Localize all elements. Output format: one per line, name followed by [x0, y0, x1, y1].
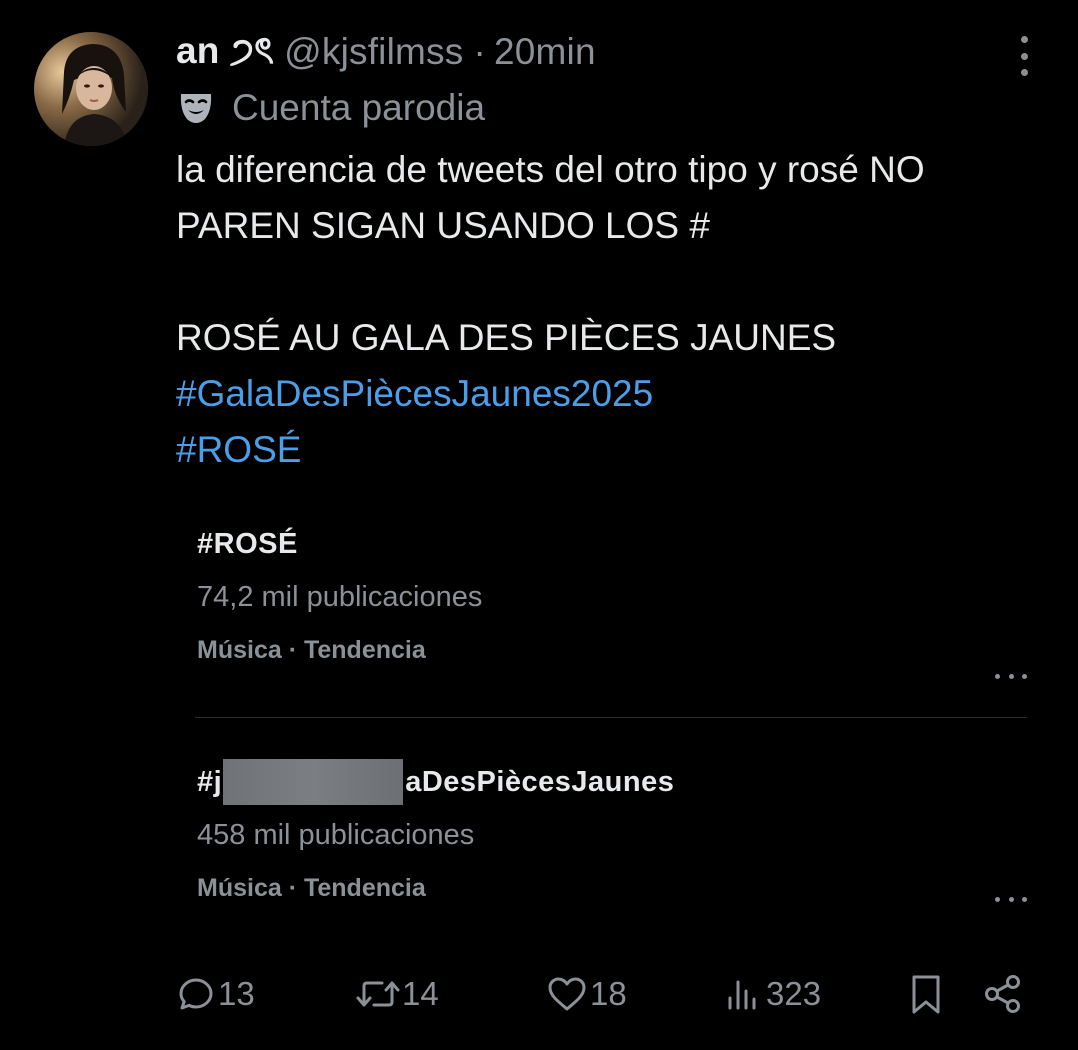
trend-more-icon: [995, 672, 1027, 680]
reply-button[interactable]: 13: [176, 966, 255, 1022]
trend-category: Música · Tendencia: [197, 636, 426, 664]
tweet-header: an ੭ৎ @kjsfilmss · 20min: [176, 28, 596, 76]
heart-icon: [548, 977, 586, 1011]
separator: ·: [473, 31, 486, 72]
trend-category: Música · Tendencia: [197, 874, 426, 902]
trend-title: #j aDesPiècesJaunes: [197, 759, 1027, 805]
redaction-block: [223, 759, 404, 805]
trend-divider: [195, 717, 1027, 718]
trend-item[interactable]: #j aDesPiècesJaunes 458 mil publicaciones…: [197, 759, 1027, 903]
views-chart-icon: [728, 980, 756, 1010]
tweet-text: la diferencia de tweets del otro tipo y …: [176, 142, 1056, 478]
reply-icon: [179, 978, 213, 1010]
views-button[interactable]: 323: [724, 966, 821, 1022]
tweet-text-line: PAREN SIGAN USANDO LOS #: [176, 205, 710, 246]
parody-label-text: Cuenta parodia: [232, 87, 486, 128]
hashtag-link[interactable]: #ROSÉ: [176, 422, 1056, 478]
reply-count: 13: [218, 975, 255, 1012]
view-count: 323: [766, 975, 822, 1012]
parody-label: Cuenta parodia: [176, 84, 485, 132]
tweet-text-line: la diferencia de tweets del otro tipo y …: [176, 149, 925, 190]
trend-title-suffix: aDesPiècesJaunes: [405, 765, 675, 798]
trend-post-count: 74,2 mil publicaciones: [197, 581, 483, 613]
share-button[interactable]: [982, 966, 1024, 1022]
tweet-actions: 13 14 18 323: [176, 966, 1036, 1022]
tweet[interactable]: an ੭ৎ @kjsfilmss · 20min Cuenta parodia …: [0, 0, 1078, 1050]
trend-item[interactable]: #ROSÉ 74,2 mil publicaciones Música · Te…: [197, 525, 1027, 679]
hashtag-link[interactable]: #GalaDesPiècesJaunes2025: [176, 366, 1056, 422]
theater-mask-icon: [180, 94, 212, 123]
trend-post-count: 458 mil publicaciones: [197, 819, 475, 851]
bookmark-icon: [912, 975, 940, 1014]
trend-more-icon: [995, 895, 1027, 903]
user-handle[interactable]: @kjsfilmss: [284, 31, 463, 73]
more-options-icon[interactable]: [1014, 36, 1034, 76]
repost-count: 14: [402, 975, 439, 1012]
like-count: 18: [590, 975, 627, 1012]
trend-title: #ROSÉ: [197, 527, 298, 560]
repost-icon: [356, 981, 400, 1007]
trend-title-prefix: #j: [197, 765, 223, 798]
attached-trends-image[interactable]: #ROSÉ 74,2 mil publicaciones Música · Te…: [176, 505, 1056, 935]
like-button[interactable]: 18: [546, 966, 627, 1022]
bookmark-button[interactable]: [908, 966, 944, 1022]
timestamp[interactable]: 20min: [494, 31, 596, 73]
display-name[interactable]: an ੭ৎ: [176, 21, 274, 84]
avatar[interactable]: [34, 32, 148, 146]
repost-button[interactable]: 14: [356, 966, 439, 1022]
share-icon: [985, 975, 1020, 1013]
tweet-text-line: ROSÉ AU GALA DES PIÈCES JAUNES: [176, 317, 837, 358]
